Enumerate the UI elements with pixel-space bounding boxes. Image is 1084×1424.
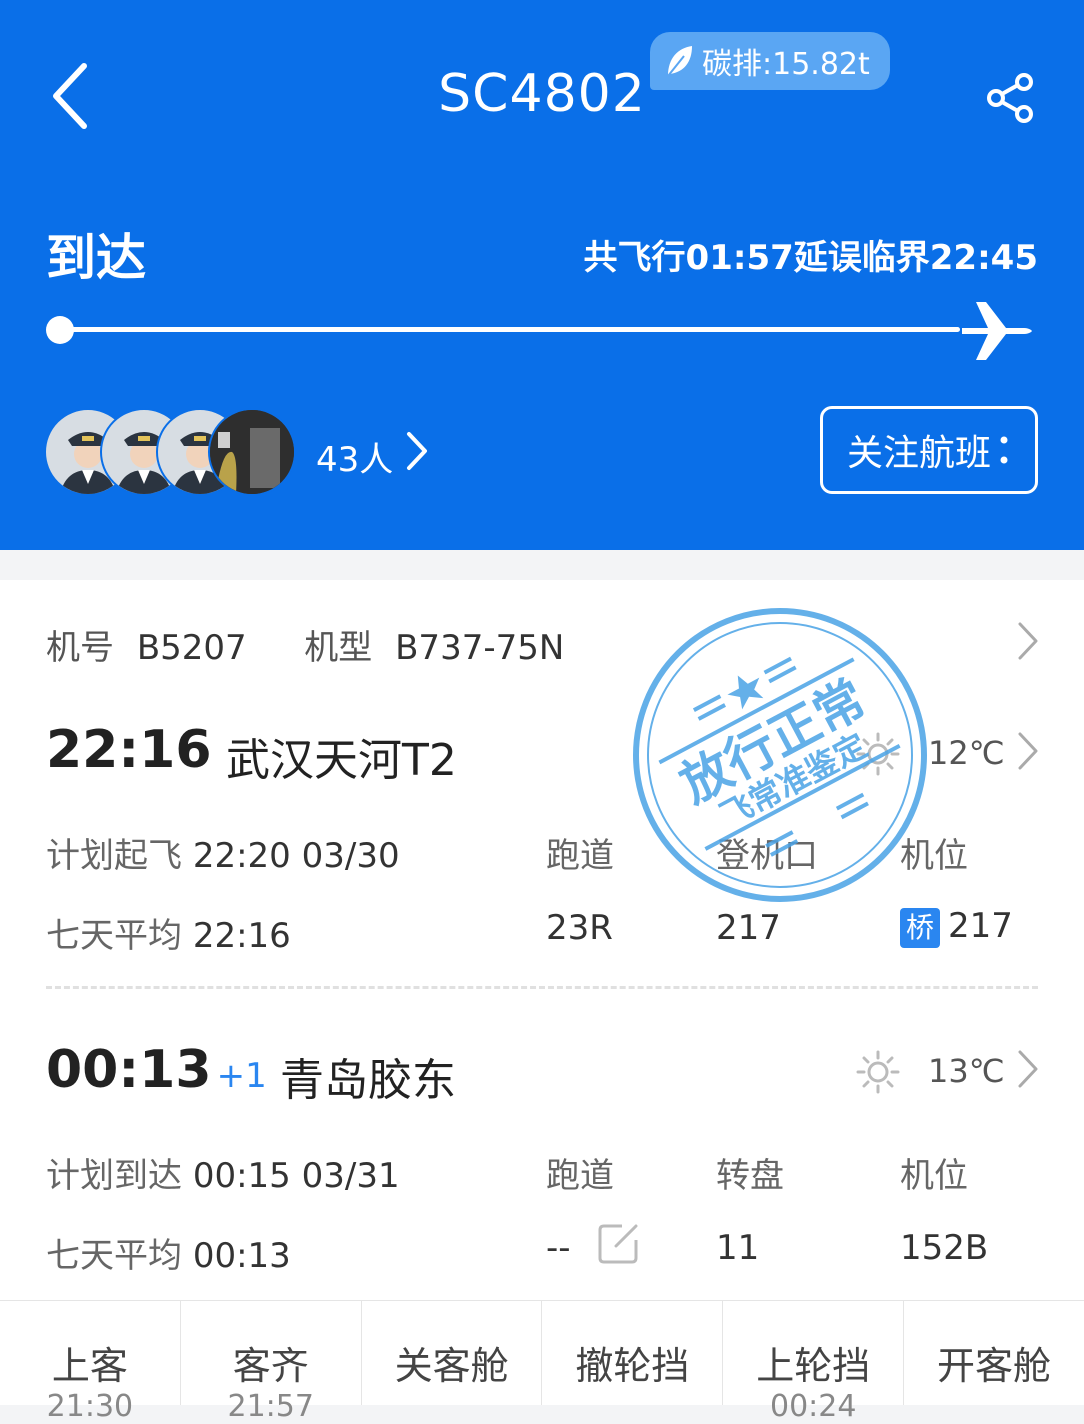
planned-departure: 计划起飞 22:20 03/30 [46,828,400,877]
aircraft-info-row[interactable]: 机号 B5207 机型 B737-75N [46,620,564,669]
day-offset: +1 [216,1056,267,1096]
more-vertical-icon [1000,436,1008,464]
average-value: 22:16 [192,916,291,956]
carousel-value: 11 [716,1228,760,1268]
boarding-steps-bar: 上客 21:30 客齐 21:57 关客舱 撤轮挡 上轮挡 00:24 开客舱 [0,1300,1084,1424]
flight-duration-info: 共飞行01:57延误临界22:45 [583,238,1038,278]
passenger-avatars[interactable] [44,408,296,496]
stand-value: 152B [900,1228,989,1268]
carbon-value: 碳排:15.82t [702,47,870,82]
share-icon [987,73,1033,123]
flight-detail-card: 机号 B5207 机型 B737-75N 22:16 武汉天河T2 12℃ 计划… [0,580,1084,1404]
stand-value: 桥 217 [900,906,1013,948]
bridge-badge: 桥 [900,907,940,948]
followers-count[interactable]: 43人 [316,432,393,481]
progress-start-dot [46,316,74,344]
departure-temperature: 12℃ [928,734,1005,772]
carbon-badge[interactable]: 碳排:15.82t [650,32,890,90]
flight-progress-track [60,327,960,332]
planned-arrival-value: 00:15 03/31 [192,1156,400,1196]
runway-value-text: -- [546,1228,571,1268]
follow-flight-button[interactable]: 关注航班 [820,406,1038,494]
arrival-temperature: 13℃ [928,1052,1005,1090]
step-name: 上轮挡 [756,1344,871,1388]
step-name: 上客 [51,1344,128,1388]
runway-value: -- [546,1228,571,1268]
step-item[interactable]: 开客舱 [904,1301,1084,1405]
departure-airport[interactable]: 武汉天河T2 [226,724,457,788]
gate-value: 217 [716,908,781,948]
step-time: 00:24 [769,1389,857,1424]
step-name: 撤轮挡 [575,1344,690,1388]
user-photo-avatar [208,408,296,496]
step-item[interactable]: 客齐 21:57 [181,1301,362,1424]
departure-time: 22:16 [46,720,212,780]
gate-label: 登机口 [716,836,818,876]
planned-departure-label: 计划起飞 [46,836,182,876]
flight-number: SC4802 [438,64,646,124]
airplane-icon [962,302,1032,360]
chevron-right-icon[interactable] [1016,730,1040,772]
chevron-right-icon[interactable] [1016,1048,1040,1090]
reg-value: B5207 [136,628,247,668]
sun-icon [856,732,900,776]
stand-number: 217 [948,906,1013,946]
divider [46,986,1038,989]
step-name: 客齐 [232,1344,309,1388]
edit-icon[interactable] [598,1222,640,1264]
average-value: 00:13 [192,1236,291,1276]
sun-icon [856,1050,900,1094]
arrival-airport[interactable]: 青岛胶东 [280,1044,456,1108]
type-value: B737-75N [395,628,565,668]
flight-header: SC4802 碳排:15.82t 到达 共飞行01:57延误临界22:45 43… [0,0,1084,550]
carousel-label: 转盘 [716,1156,784,1196]
runway-value: 23R [546,908,613,948]
average-label: 七天平均 [46,1236,182,1276]
seven-day-average: 七天平均 00:13 [46,1228,291,1277]
step-item[interactable]: 上客 21:30 [0,1301,181,1424]
follow-label: 关注航班 [846,433,991,474]
step-name: 开客舱 [937,1344,1052,1388]
average-label: 七天平均 [46,916,182,956]
arrival-time: 00:13 [46,1040,212,1100]
chevron-right-icon[interactable] [1016,620,1040,662]
step-name: 关客舱 [394,1344,509,1388]
step-time: 21:30 [46,1389,134,1424]
type-label: 机型 [304,628,373,668]
planned-departure-value: 22:20 03/30 [192,836,400,876]
stand-label: 机位 [900,836,968,876]
step-item[interactable]: 上轮挡 00:24 [723,1301,905,1424]
step-item[interactable]: 关客舱 [362,1301,543,1405]
share-button[interactable] [984,70,1040,126]
reg-label: 机号 [46,628,114,668]
leaf-icon [667,46,692,77]
arrival-time-group: 00:13 +1 [46,1040,267,1100]
runway-label: 跑道 [546,1156,614,1196]
seven-day-average: 七天平均 22:16 [46,908,291,957]
stand-label: 机位 [900,1156,968,1196]
planned-arrival: 计划到达 00:15 03/31 [46,1148,400,1197]
step-item[interactable]: 撤轮挡 [542,1301,724,1405]
chevron-right-icon[interactable] [404,430,430,472]
planned-arrival-label: 计划到达 [46,1156,182,1196]
flight-status: 到达 [46,229,146,287]
step-time: 21:57 [227,1389,314,1424]
runway-label: 跑道 [546,836,614,876]
